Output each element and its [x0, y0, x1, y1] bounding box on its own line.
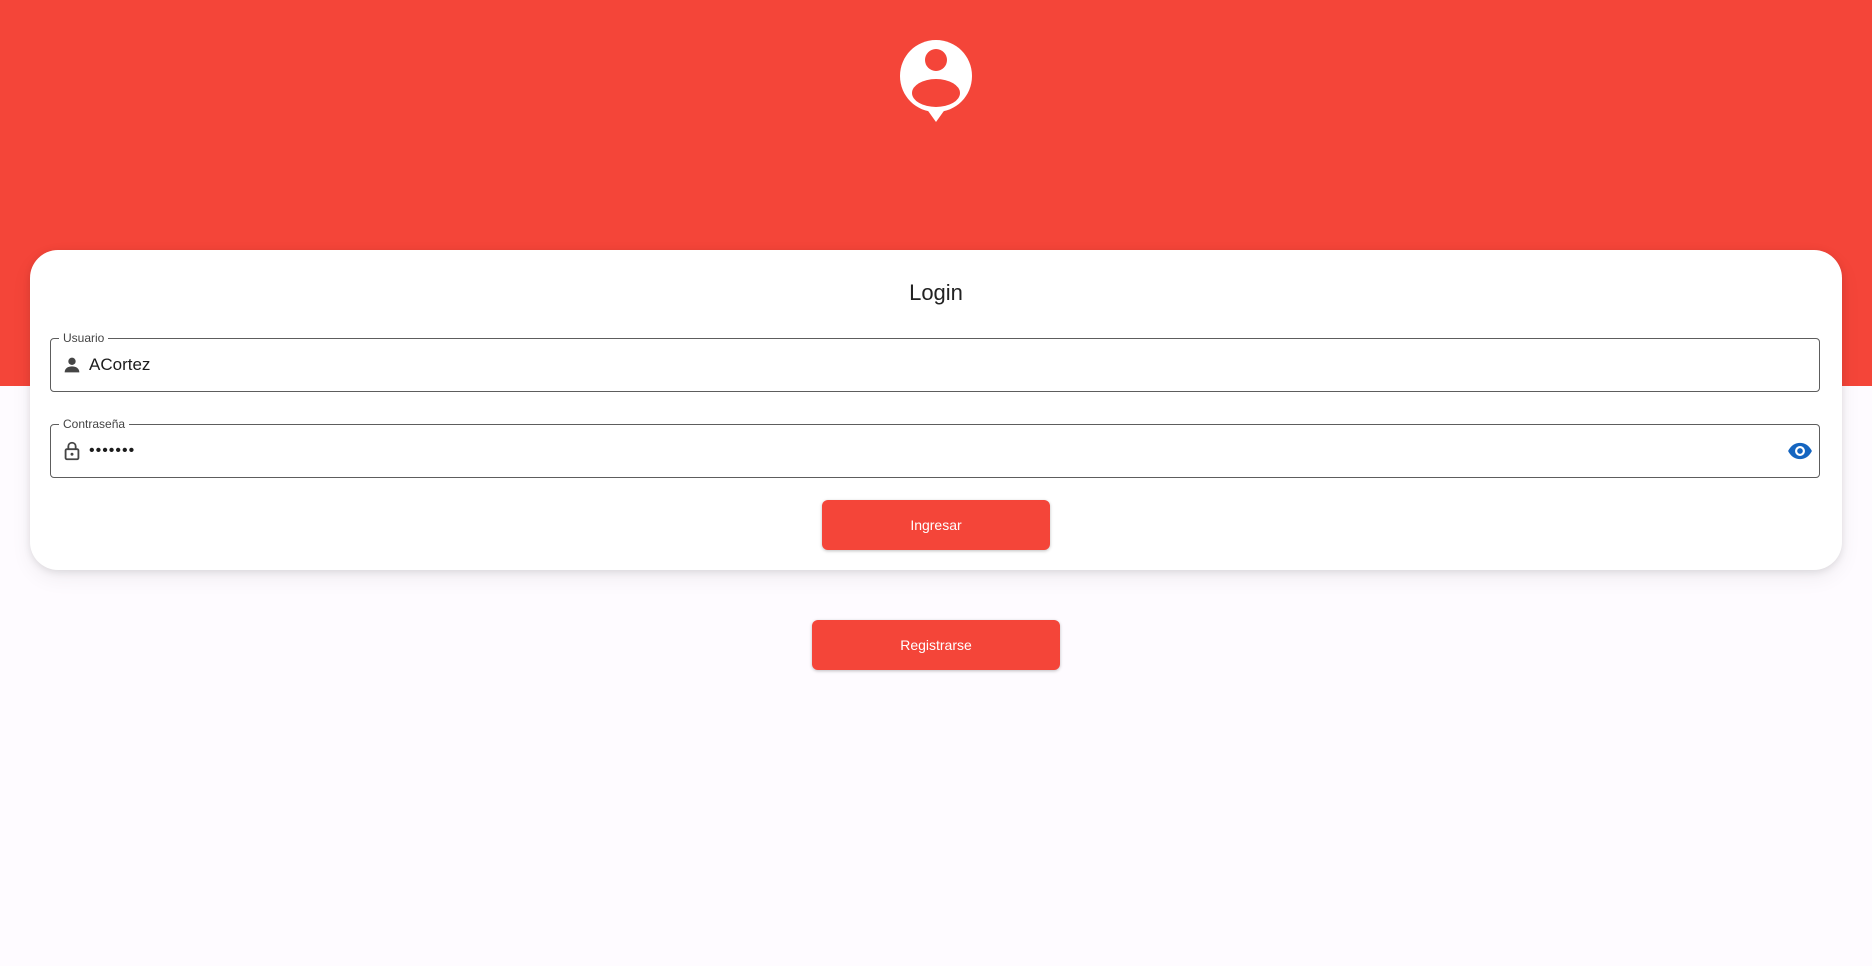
login-button[interactable]: Ingresar [822, 500, 1050, 550]
username-input[interactable] [89, 339, 1775, 391]
password-input[interactable] [89, 425, 1775, 477]
lock-icon [64, 441, 80, 461]
register-button[interactable]: Registrarse [812, 620, 1060, 670]
person-icon [64, 357, 80, 373]
eye-icon[interactable] [1787, 438, 1813, 464]
user-location-icon [900, 40, 972, 122]
login-card: Login Usuario Contraseña Ingresar [30, 250, 1842, 570]
username-field[interactable]: Usuario [50, 330, 1820, 392]
login-title: Login [909, 280, 963, 305]
password-field[interactable]: Contraseña [50, 416, 1820, 478]
